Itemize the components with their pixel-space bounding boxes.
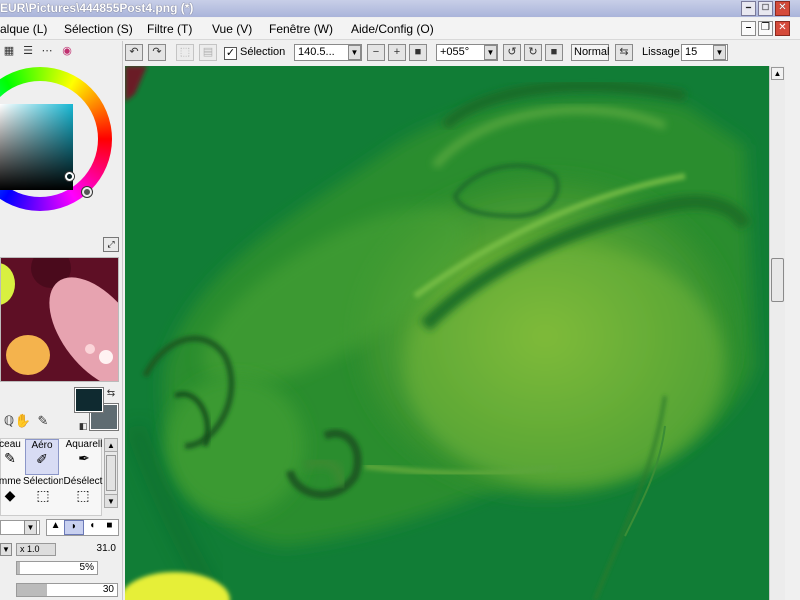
tool-aquarelle[interactable]: Aquarell ✒ bbox=[64, 439, 104, 475]
size-dropdown-icon[interactable]: ▼ bbox=[0, 543, 12, 556]
minimize-button[interactable]: – bbox=[741, 1, 756, 16]
rotate-ccw-button[interactable]: ↺ bbox=[503, 44, 521, 61]
zoom-in-button[interactable]: + bbox=[388, 44, 406, 61]
brush-icon: ✎ bbox=[4, 450, 16, 466]
lissage-label: Lissage bbox=[642, 46, 680, 58]
navigator-preview[interactable] bbox=[0, 257, 119, 382]
menu-aide-config[interactable]: Aide/Config (O) bbox=[351, 22, 434, 36]
selection-label: Sélection bbox=[240, 46, 286, 58]
menu-fenetre[interactable]: Fenêtre (W) bbox=[269, 22, 333, 36]
tool-aero[interactable]: Aéro ✐ bbox=[25, 439, 59, 475]
zoom-out-button[interactable]: − bbox=[367, 44, 385, 61]
flip-horizontal-button[interactable]: ⇆ bbox=[615, 44, 633, 61]
menu-bar: alque (L) Sélection (S) Filtre (T) Vue (… bbox=[0, 18, 800, 40]
selection-checkbox[interactable]: ✓ bbox=[224, 47, 237, 60]
grid-view-icon[interactable]: ▦ bbox=[0, 43, 18, 59]
selection-pen-icon: ⬚ bbox=[36, 487, 50, 503]
redo-button[interactable]: ↷ bbox=[148, 44, 166, 61]
blend-mode-button[interactable]: Normal bbox=[571, 44, 609, 61]
deselect-button[interactable]: ⬚ bbox=[176, 44, 194, 61]
rotate-cw-button[interactable]: ↻ bbox=[524, 44, 542, 61]
lissage-dropdown-icon[interactable]: ▼ bbox=[713, 45, 726, 60]
tool-scroll-thumb[interactable] bbox=[106, 455, 116, 491]
min-size-fill bbox=[17, 562, 20, 574]
menu-calque[interactable]: alque (L) bbox=[0, 22, 47, 36]
color-mixer-icon[interactable]: ◉ bbox=[58, 43, 76, 59]
artwork bbox=[125, 66, 769, 600]
doc-minimize-button[interactable]: – bbox=[741, 21, 756, 36]
navigator-toggle-icon[interactable]: ⤢ bbox=[103, 237, 119, 252]
shape-square-icon[interactable]: ■ bbox=[101, 520, 118, 535]
canvas-toolbar: ↶ ↷ ⬚ ▤ ✓ Sélection 140.5... ▼ − + ■ +05… bbox=[124, 41, 800, 65]
menu-selection[interactable]: Sélection (S) bbox=[64, 22, 133, 36]
title-bar: EUR\Pictures\444855Post4.png (*) – □ ✕ bbox=[0, 0, 800, 17]
saturation-value-square[interactable] bbox=[0, 104, 73, 190]
rotate-reset-button[interactable]: ■ bbox=[545, 44, 563, 61]
window-title: EUR\Pictures\444855Post4.png (*) bbox=[0, 1, 194, 15]
rotation-dropdown-icon[interactable]: ▼ bbox=[484, 45, 497, 60]
menu-vue[interactable]: Vue (V) bbox=[212, 22, 252, 36]
hue-cursor[interactable] bbox=[82, 187, 92, 197]
size-multiplier[interactable]: x 1.0 bbox=[16, 543, 56, 556]
tool-deselection[interactable]: Désélect ⬚ bbox=[63, 476, 103, 512]
preview-shape bbox=[85, 344, 95, 354]
brush-size-value[interactable]: 31.0 bbox=[60, 543, 119, 557]
watercolor-icon: ✒ bbox=[78, 450, 90, 466]
menu-filtre[interactable]: Filtre (T) bbox=[147, 22, 192, 36]
tool-selection[interactable]: Sélection ⬚ bbox=[23, 476, 63, 512]
doc-close-button[interactable]: ✕ bbox=[775, 21, 790, 36]
tool-scrollbar[interactable]: ▲ ▼ bbox=[104, 438, 118, 508]
tool-label: Aquarell bbox=[65, 439, 103, 450]
min-size-field[interactable]: 5% bbox=[16, 561, 98, 575]
sv-cursor[interactable] bbox=[65, 172, 74, 181]
palette-view-icon[interactable]: ⋯ bbox=[38, 43, 56, 59]
tool-palette: ceau ✎ Aéro ✐ Aquarell ✒ mme ◆ Sélection… bbox=[0, 438, 102, 516]
undo-button[interactable]: ↶ bbox=[125, 44, 143, 61]
scroll-thumb[interactable] bbox=[771, 258, 784, 302]
window-controls: – □ ✕ bbox=[741, 0, 790, 17]
swap-colors-icon[interactable]: ⇆ bbox=[102, 386, 120, 402]
maximize-button[interactable]: □ bbox=[758, 1, 773, 16]
preview-shape bbox=[99, 350, 113, 364]
scroll-down-icon[interactable]: ▼ bbox=[105, 494, 117, 507]
deselection-icon: ⬚ bbox=[76, 487, 90, 503]
zoom-reset-button[interactable]: ■ bbox=[409, 44, 427, 61]
shape-flat-icon[interactable]: ▲ bbox=[47, 520, 64, 535]
preview-shape bbox=[1, 263, 15, 305]
tool-label: Sélection bbox=[23, 476, 63, 487]
tool-label: Désélect bbox=[63, 476, 103, 487]
preview-shape bbox=[6, 335, 50, 375]
drawing-canvas[interactable] bbox=[125, 66, 769, 600]
hand-tool-icon[interactable]: ✋ bbox=[14, 413, 32, 429]
tool-label: Aéro bbox=[31, 440, 53, 451]
tool-label: ceau bbox=[0, 439, 21, 450]
shape-soft-icon[interactable]: ◖ bbox=[84, 520, 101, 535]
reset-colors-icon[interactable]: ◧ bbox=[74, 418, 92, 434]
scroll-up-icon[interactable]: ▲ bbox=[771, 67, 784, 80]
brush-shape-group: ▲ ◗ ◖ ■ bbox=[46, 519, 119, 536]
foreground-color[interactable] bbox=[75, 388, 103, 412]
airbrush-icon: ✐ bbox=[36, 451, 48, 467]
shape-round-icon[interactable]: ◗ bbox=[64, 520, 84, 535]
canvas-vertical-scrollbar[interactable]: ▲ bbox=[769, 66, 785, 600]
tool-pinceau[interactable]: ceau ✎ bbox=[0, 439, 27, 475]
zoom-dropdown-icon[interactable]: ▼ bbox=[348, 45, 361, 60]
density-fill bbox=[17, 584, 47, 596]
list-view-icon[interactable]: ☰ bbox=[19, 43, 37, 59]
scroll-up-icon[interactable]: ▲ bbox=[105, 439, 117, 452]
doc-restore-button[interactable]: ❐ bbox=[758, 21, 773, 36]
close-button[interactable]: ✕ bbox=[775, 1, 790, 16]
dropdown-arrow-icon[interactable]: ▼ bbox=[24, 520, 37, 535]
document-controls: – ❐ ✕ bbox=[741, 21, 790, 36]
eyedropper-tool-icon[interactable]: ✎ bbox=[34, 413, 52, 429]
crop-button[interactable]: ▤ bbox=[199, 44, 217, 61]
left-panel: ▦ ☰ ⋯ ◉ ⤢ ⇆ ◧ ℚ ✋ ✎ ceau ✎ Aéro ✐ Aquare… bbox=[0, 41, 123, 600]
